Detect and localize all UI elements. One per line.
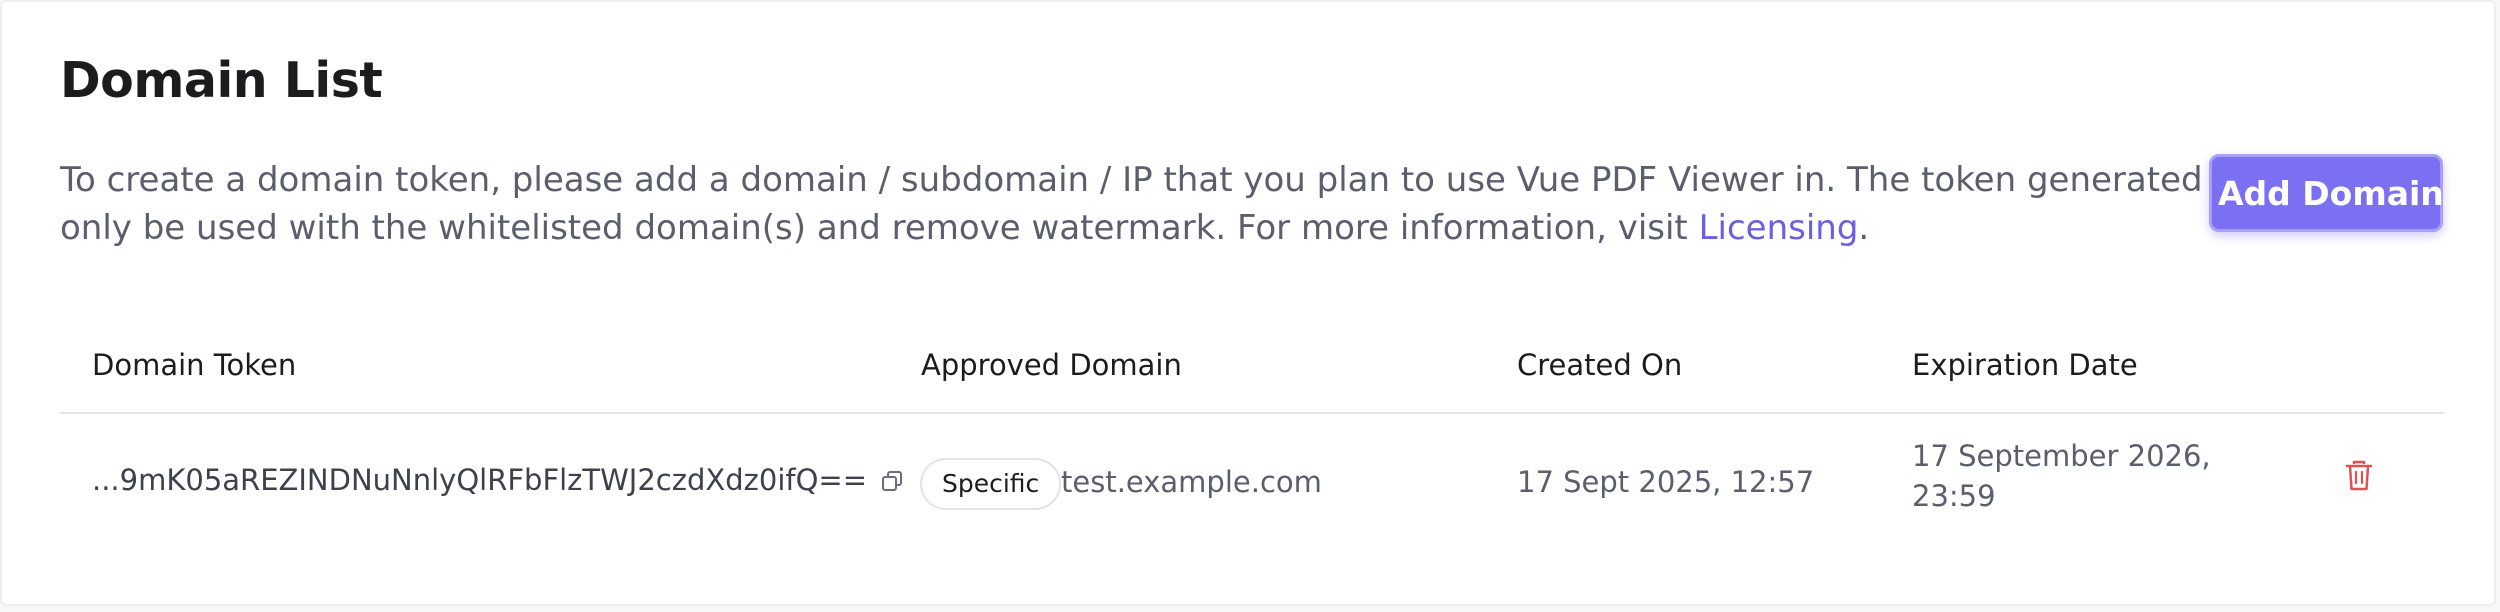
description-text: only be used with the whitelisted domain… xyxy=(60,208,1699,248)
domain-token-value: ...9mK05aREZINDNuNnlyQlRFbFlzTWJ2czdXdz0… xyxy=(92,463,868,497)
copy-icon[interactable] xyxy=(881,470,903,492)
page-description: To create a domain token, please add a d… xyxy=(60,156,2275,252)
description-line-1: To create a domain token, please add a d… xyxy=(60,160,2275,200)
approved-domain-value: test.example.com xyxy=(1061,465,1322,499)
description-line-2: only be used with the whitelisted domain… xyxy=(60,204,2060,252)
column-header-expiration-date: Expiration Date xyxy=(1912,348,2138,382)
domain-list-card: Domain List To create a domain token, pl… xyxy=(0,0,2496,606)
column-header-approved-domain: Approved Domain xyxy=(921,348,1182,382)
created-on-value: 17 Sept 2025, 12:57 xyxy=(1517,465,1815,499)
trash-icon[interactable] xyxy=(2345,460,2373,492)
description-period: . xyxy=(1858,208,1870,248)
table-row: ...9mK05aREZINDNuNnlyQlRFbFlzTWJ2czdXdz0… xyxy=(60,414,2444,554)
column-header-domain-token: Domain Token xyxy=(92,348,297,382)
domain-type-badge: Specific xyxy=(920,458,1062,510)
licensing-link[interactable]: Licensing xyxy=(1699,208,1859,248)
domain-token-cell: ...9mK05aREZINDNuNnlyQlRFbFlzTWJ2czdXdz0… xyxy=(92,458,903,502)
table-header: Domain Token Approved Domain Created On … xyxy=(60,340,2444,414)
add-domain-button[interactable]: Add Domain xyxy=(2209,154,2444,232)
column-header-created-on: Created On xyxy=(1517,348,1683,382)
page-title: Domain List xyxy=(60,52,383,109)
expiration-date-value: 17 September 2026, 23:59 xyxy=(1912,439,2211,513)
